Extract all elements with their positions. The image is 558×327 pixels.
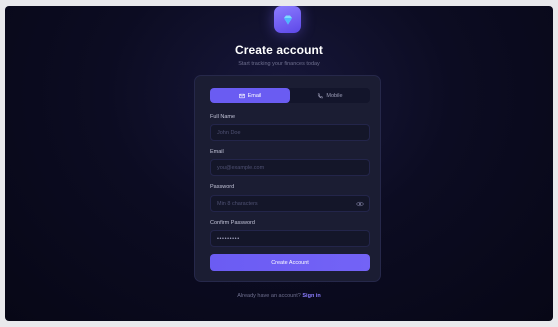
signin-link[interactable]: Sign in xyxy=(302,293,320,299)
email-field[interactable]: you@example.com xyxy=(210,159,370,176)
page-title: Create account xyxy=(234,43,324,57)
gem-icon xyxy=(283,15,292,24)
password-label: Password xyxy=(210,184,235,190)
full-name-placeholder: John Doe xyxy=(217,129,241,136)
full-name-field[interactable]: John Doe xyxy=(210,124,370,141)
tab-mobile[interactable]: Mobile xyxy=(290,88,370,103)
signin-prompt: Already have an account? Sign in xyxy=(5,293,553,299)
mail-icon xyxy=(238,93,245,98)
app-logo xyxy=(274,6,301,33)
signup-card: Email Mobile Full Name John Doe Email yo… xyxy=(194,75,381,282)
email-label: Email xyxy=(210,149,224,155)
email-placeholder: you@example.com xyxy=(217,164,265,171)
tab-email[interactable]: Email xyxy=(210,88,290,103)
create-account-button[interactable]: Create Account xyxy=(210,254,370,271)
signin-prompt-text: Already have an account? xyxy=(237,293,301,299)
confirm-password-value: ••••••••• xyxy=(217,235,240,242)
password-field[interactable]: Min 8 characters xyxy=(210,195,370,212)
password-placeholder: Min 8 characters xyxy=(217,200,258,207)
tab-mobile-label: Mobile xyxy=(326,92,343,99)
tab-email-label: Email xyxy=(247,92,262,99)
eye-icon[interactable] xyxy=(356,200,364,208)
page-subtitle: Start tracking your finances today xyxy=(238,61,320,67)
create-account-label: Create Account xyxy=(271,259,309,266)
phone-icon xyxy=(318,92,324,98)
confirm-password-label: Confirm Password xyxy=(210,220,255,226)
full-name-label: Full Name xyxy=(210,114,236,120)
signup-method-tabs: Email Mobile xyxy=(210,88,370,103)
signup-screen: Create account Start tracking your finan… xyxy=(5,6,553,321)
confirm-password-field[interactable]: ••••••••• xyxy=(210,230,370,247)
